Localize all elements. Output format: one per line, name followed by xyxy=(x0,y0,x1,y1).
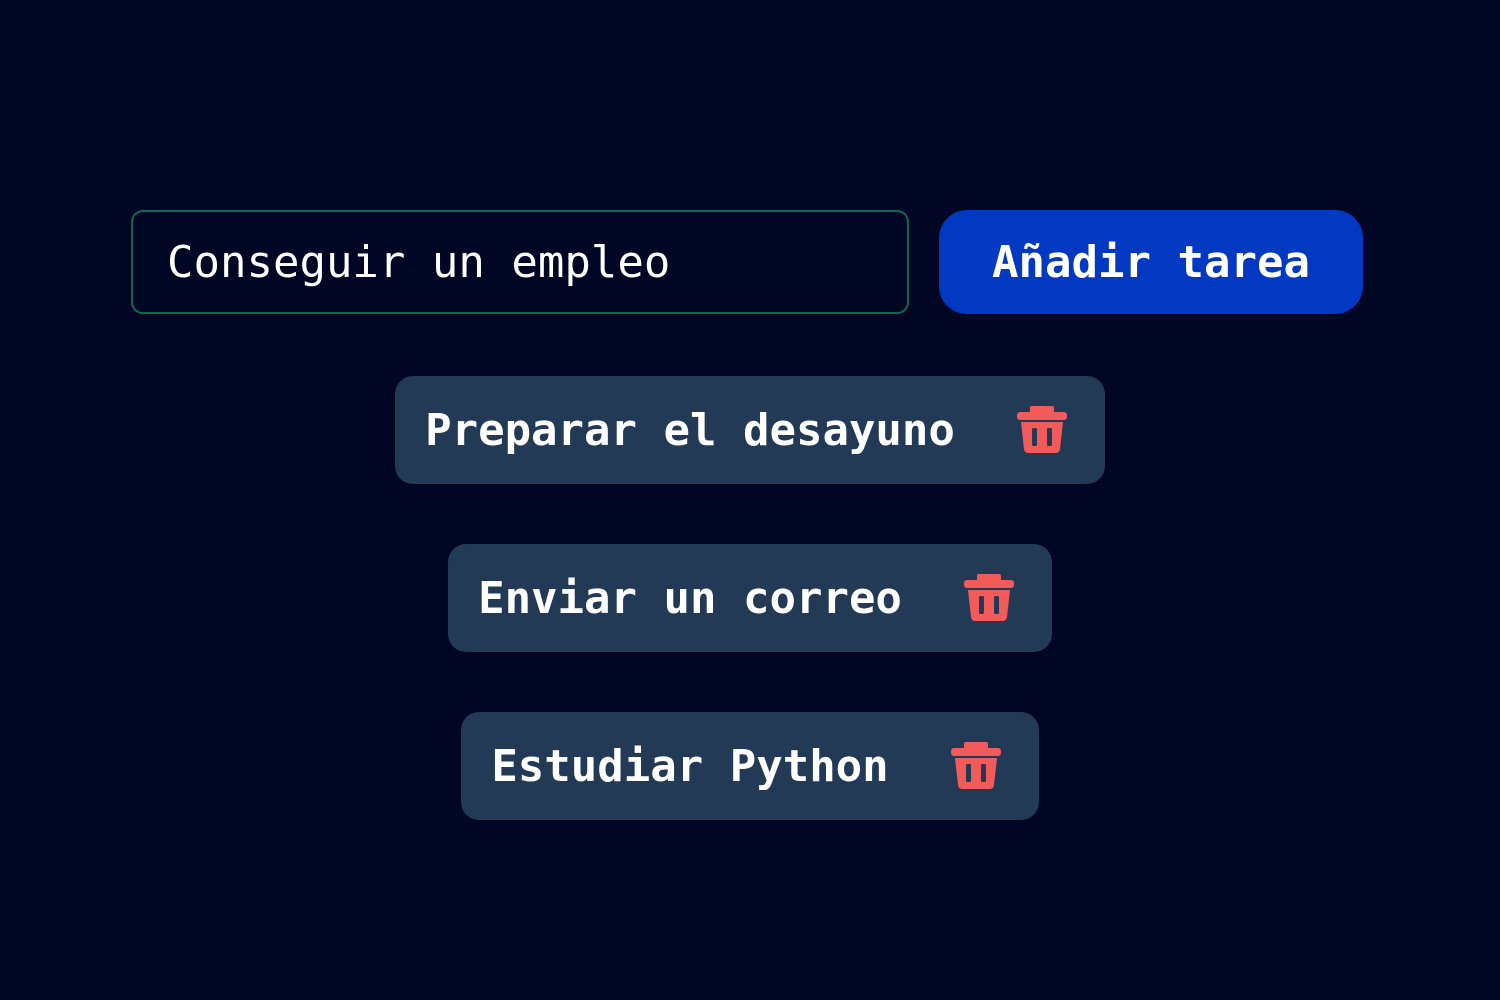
task-item: Estudiar Python xyxy=(461,712,1039,820)
trash-icon xyxy=(963,574,1014,621)
task-label: Estudiar Python xyxy=(491,740,889,792)
delete-task-button[interactable] xyxy=(1013,405,1071,455)
add-task-button[interactable]: Añadir tarea xyxy=(939,210,1363,314)
task-item: Preparar el desayuno xyxy=(395,376,1105,484)
task-input[interactable] xyxy=(131,210,909,314)
task-item: Enviar un correo xyxy=(448,544,1052,652)
delete-task-button[interactable] xyxy=(947,741,1005,791)
task-label: Enviar un correo xyxy=(478,572,902,624)
task-list: Preparar el desayuno Enviar un correo Es… xyxy=(0,376,1500,820)
delete-task-button[interactable] xyxy=(960,573,1018,623)
task-label: Preparar el desayuno xyxy=(425,404,955,456)
add-task-form: Añadir tarea xyxy=(131,210,1363,314)
trash-icon xyxy=(1016,406,1067,453)
trash-icon xyxy=(950,742,1001,789)
